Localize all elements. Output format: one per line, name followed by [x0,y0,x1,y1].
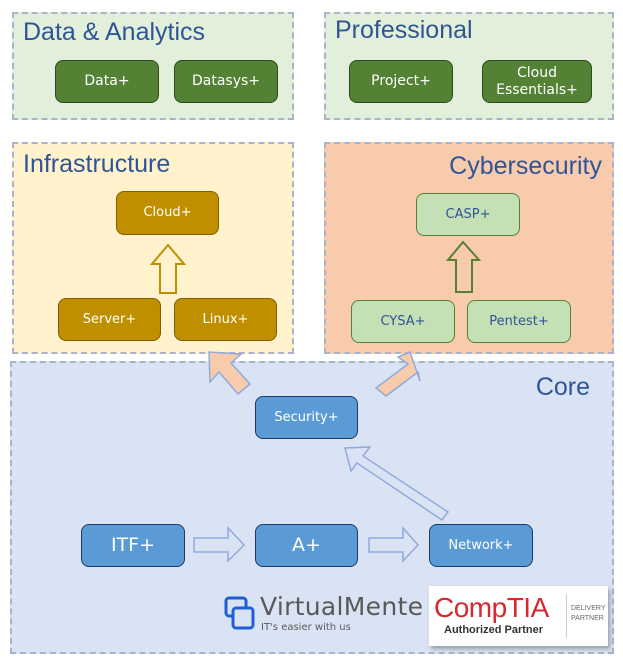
comptia-name: CompTIA [434,592,549,623]
arrow-itf-to-a [193,526,246,563]
node-cloud-essentials-plus[interactable]: Cloud Essentials+ [482,60,592,103]
arrow-casp-up [445,240,482,293]
virtualmente-name: VirtualMente [260,592,424,621]
virtualmente-logo: VirtualMente IT's easier with us [224,592,423,637]
comptia-divider [566,594,567,638]
comptia-badge-line2: PARTNER [571,615,604,622]
virtualmente-tagline: IT's easier with us [261,622,351,633]
arrow-a-to-network [368,526,420,563]
node-casp-plus[interactable]: CASP+ [416,193,520,236]
node-cysa-plus[interactable]: CYSA+ [351,300,455,343]
node-project-plus[interactable]: Project+ [349,60,453,103]
node-cloud-plus[interactable]: Cloud+ [116,191,219,235]
comptia-badge-line1: DELIVERY [571,605,606,612]
node-network-plus[interactable]: Network+ [429,524,533,567]
comptia-delivery-partner: DELIVERY PARTNER [571,604,606,624]
arrow-cloudplus-up [149,243,187,294]
virtualmente-icon [224,596,255,630]
node-a-plus[interactable]: A+ [255,524,358,567]
node-security-plus[interactable]: Security+ [255,396,358,439]
arrow-security-to-cybersecurity [374,351,421,397]
arrow-security-to-infrastructure [208,351,252,396]
arrow-network-to-security [344,446,450,522]
node-pentest-plus[interactable]: Pentest+ [467,300,571,343]
node-linux-plus[interactable]: Linux+ [174,298,277,341]
comptia-subtitle: Authorized Partner [444,624,544,636]
node-server-plus[interactable]: Server+ [58,298,161,341]
node-datasys-plus[interactable]: Datasys+ [174,60,278,103]
node-itf-plus[interactable]: ITF+ [81,524,185,567]
comptia-badge: CompTIA Authorized Partner DELIVERY PART… [429,586,608,646]
node-data-plus[interactable]: Data+ [55,60,159,103]
